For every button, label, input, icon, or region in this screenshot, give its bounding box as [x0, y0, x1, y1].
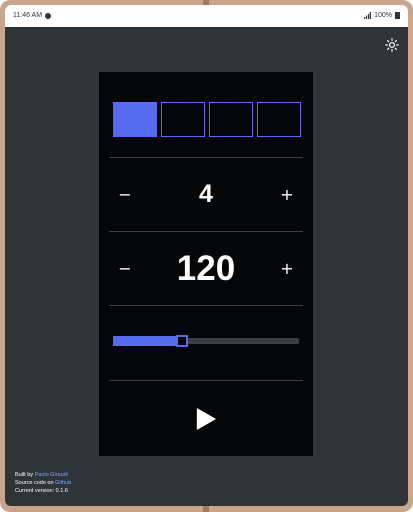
status-time: 11:46 AM: [13, 12, 43, 19]
beat-indicator-1[interactable]: [113, 102, 157, 137]
beat-indicator-2[interactable]: [161, 102, 205, 137]
status-time-group: 11:46 AM: [13, 12, 52, 19]
play-button[interactable]: [191, 404, 221, 434]
source-label: Source code on: [15, 480, 56, 486]
status-bar: 11:46 AM 100%: [5, 5, 408, 27]
footer: Built by Paolo Giraudi Source code on Gi…: [15, 471, 71, 495]
tempo-decrement-button[interactable]: −: [113, 257, 137, 281]
beats-increment-button[interactable]: +: [275, 183, 299, 207]
battery-icon: [395, 12, 400, 19]
slider-thumb[interactable]: [176, 335, 188, 347]
beat-indicator-3[interactable]: [209, 102, 253, 137]
footer-source: Source code on Github: [15, 479, 71, 487]
slider-fill: [113, 336, 180, 346]
theme-toggle-button[interactable]: [385, 38, 399, 52]
tempo-increment-button[interactable]: +: [275, 257, 299, 281]
battery-percent: 100%: [374, 12, 392, 19]
footer-built-by: Built by Paolo Giraudi: [15, 471, 71, 479]
play-row: [109, 381, 303, 456]
tempo-value: 120: [176, 248, 236, 288]
tempo-counter: − 120 +: [109, 232, 303, 306]
app-screen: 11:46 AM 100% − 4 + − 120 + Built by Pao…: [5, 5, 408, 506]
author-link[interactable]: Paolo Giraudi: [35, 472, 68, 478]
status-right-group: 100%: [364, 12, 400, 19]
play-icon: [196, 407, 217, 430]
signal-icon: [364, 12, 372, 19]
built-by-label: Built by: [15, 472, 35, 478]
beat-indicators: [113, 102, 301, 137]
notification-icon: [45, 12, 52, 19]
beats-counter: − 4 +: [109, 158, 303, 232]
beats-row: [109, 72, 303, 158]
sun-icon: [385, 38, 399, 52]
beat-indicator-4[interactable]: [257, 102, 301, 137]
github-link[interactable]: Github: [55, 480, 71, 486]
slider-row: [109, 306, 303, 381]
footer-version: Current version: 0.1.6: [15, 488, 68, 494]
volume-slider[interactable]: [113, 335, 299, 348]
device-hinge: [203, 506, 209, 512]
beats-count-value: 4: [199, 180, 213, 208]
device-frame: 11:46 AM 100% − 4 + − 120 + Built by Pao…: [0, 0, 413, 512]
beats-decrement-button[interactable]: −: [113, 183, 137, 207]
metronome-panel: − 4 + − 120 +: [99, 72, 313, 456]
